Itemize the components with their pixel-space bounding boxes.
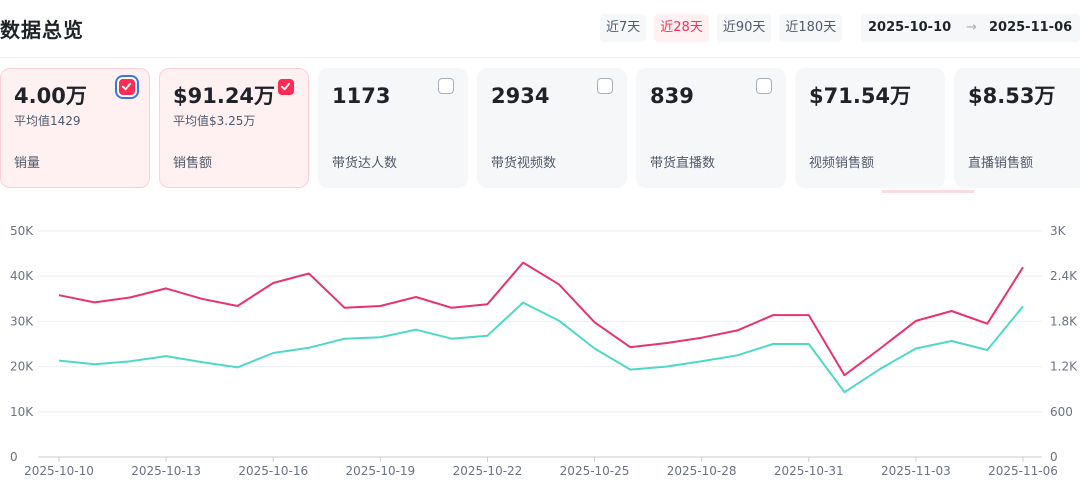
metric-label: 带货视频数 bbox=[491, 156, 557, 171]
metric-label: 带货达人数 bbox=[332, 156, 398, 171]
y-right-tick-label: 600 bbox=[1050, 405, 1073, 419]
date-range-picker[interactable]: 2025-10-10 → 2025-11-06 bbox=[861, 14, 1080, 42]
arrow-right-icon: → bbox=[966, 20, 977, 35]
end-date[interactable]: 2025-11-06 bbox=[989, 14, 1072, 42]
metric-label: 带货直播数 bbox=[650, 156, 716, 171]
metric-label: 销量 bbox=[14, 156, 41, 171]
range-7-days-button[interactable]: 近7天 bbox=[600, 14, 647, 42]
x-tick-label: 2025-11-06 bbox=[988, 464, 1058, 478]
y-right-tick-label: 2.4K bbox=[1050, 269, 1078, 283]
x-tick-label: 2025-11-03 bbox=[881, 464, 951, 478]
trend-chart: 0 0 10K 600 20K 1.2K 30K 1.8K 40K 2.4K 50K 3K 2025-1… bbox=[0, 192, 1080, 500]
y-left-tick-label: 50K bbox=[10, 224, 34, 238]
y-left-tick-label: 0 bbox=[10, 450, 18, 464]
metric-average: 平均值$3.25万 bbox=[173, 114, 256, 128]
x-tick-label: 2025-10-10 bbox=[24, 464, 94, 478]
x-tick-label: 2025-10-28 bbox=[667, 464, 737, 478]
y-right-tick-label: 0 bbox=[1050, 450, 1058, 464]
metric-card-live-sales[interactable]: $8.53万 直播销售额 bbox=[954, 68, 1080, 188]
date-range-selector: 近7天 近28天 近90天 近180天 bbox=[600, 14, 843, 42]
y-left-tick-label: 30K bbox=[10, 314, 34, 328]
metric-label: 视频销售额 bbox=[809, 156, 875, 171]
trend-chart-svg: 0 0 10K 600 20K 1.2K 30K 1.8K 40K 2.4K 50K 3K 2025-1… bbox=[10, 224, 1078, 478]
metric-card-sales-volume[interactable]: 4.00万 平均值1429 销量 bbox=[0, 68, 150, 188]
x-tick-label: 2025-10-25 bbox=[560, 464, 630, 478]
metric-value: $8.53万 bbox=[968, 84, 1056, 108]
x-tick-label: 2025-10-19 bbox=[345, 464, 415, 478]
metric-card-livestreams[interactable]: 839 带货直播数 bbox=[636, 68, 786, 188]
page-title: 数据总览 bbox=[0, 18, 84, 42]
x-tick-label: 2025-10-22 bbox=[453, 464, 523, 478]
range-180-days-button[interactable]: 近180天 bbox=[779, 14, 843, 42]
range-90-days-button[interactable]: 近90天 bbox=[716, 14, 772, 42]
checkbox-icon[interactable] bbox=[438, 78, 454, 94]
range-28-days-button[interactable]: 近28天 bbox=[654, 14, 709, 42]
y-right-tick-label: 1.8K bbox=[1050, 314, 1078, 328]
y-left-tick-label: 40K bbox=[10, 269, 34, 283]
x-tick-label: 2025-10-13 bbox=[131, 464, 201, 478]
metric-average: 平均值1429 bbox=[14, 114, 81, 128]
series-line-sales-amount bbox=[58, 261, 1024, 377]
metric-label: 销售额 bbox=[173, 156, 213, 171]
y-right-tick-label: 3K bbox=[1050, 224, 1067, 238]
y-right-tick-label: 1.2K bbox=[1050, 360, 1078, 374]
x-tick-label: 2025-10-31 bbox=[774, 464, 844, 478]
metric-card-creators[interactable]: 1173 带货达人数 bbox=[318, 68, 468, 188]
metric-card-sales-amount[interactable]: $91.24万 平均值$3.25万 销售额 bbox=[159, 68, 309, 188]
metric-label: 直播销售额 bbox=[968, 156, 1034, 171]
x-tick-label: 2025-10-16 bbox=[238, 464, 308, 478]
header-divider bbox=[0, 57, 1080, 58]
checkbox-checked-icon[interactable] bbox=[119, 79, 135, 95]
y-left-tick-label: 20K bbox=[10, 360, 34, 374]
metric-card-videos[interactable]: 2934 带货视频数 bbox=[477, 68, 627, 188]
metric-card-video-sales[interactable]: $71.54万 视频销售额 bbox=[795, 68, 945, 188]
y-left-tick-label: 10K bbox=[10, 405, 34, 419]
checkbox-icon[interactable] bbox=[597, 78, 613, 94]
metric-value: $71.54万 bbox=[809, 84, 912, 108]
checkbox-icon[interactable] bbox=[756, 78, 772, 94]
series-line-sales-volume bbox=[58, 301, 1024, 394]
start-date[interactable]: 2025-10-10 bbox=[868, 14, 951, 42]
checkbox-checked-icon[interactable] bbox=[278, 79, 294, 95]
